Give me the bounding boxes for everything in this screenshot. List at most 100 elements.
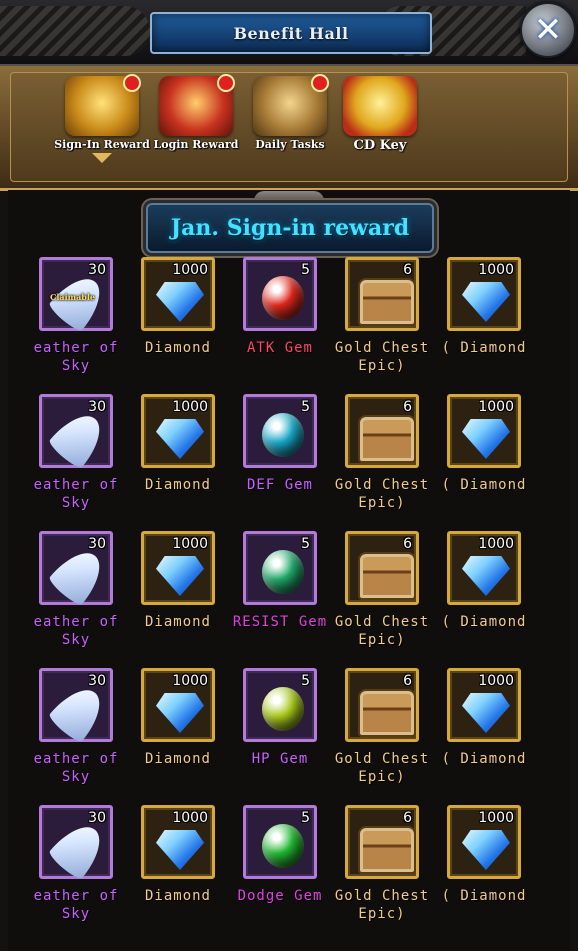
reward-cell[interactable]: 1000 Diamond <box>140 531 240 657</box>
reward-cell[interactable]: 1000 Diamond <box>140 805 240 931</box>
reward-cell[interactable]: 30 Claimable eather of Sky <box>34 257 138 383</box>
item-quantity: 1000 <box>172 810 208 826</box>
item-name: ( Diamond <box>441 477 527 493</box>
reward-cell[interactable]: 1000 ( Diamond <box>442 394 546 520</box>
diamond-icon <box>156 419 204 459</box>
item-quantity: 1000 <box>478 673 514 689</box>
tab-label: Sign-In Reward <box>54 138 150 151</box>
reward-slot[interactable]: 5 <box>243 805 317 879</box>
diamond-icon <box>156 556 204 596</box>
reward-cell[interactable]: 30 eather of Sky <box>34 531 138 657</box>
reward-slot[interactable]: 6 <box>345 394 419 468</box>
reward-slot[interactable]: 1000 <box>447 531 521 605</box>
item-quantity: 6 <box>403 399 412 415</box>
feather-icon <box>46 405 112 471</box>
reward-slot[interactable]: 6 <box>345 257 419 331</box>
left-ornament <box>0 6 150 56</box>
reward-cell[interactable]: 6 Gold Chest Epic) <box>335 668 444 794</box>
tab-label: CD Key <box>353 138 407 153</box>
reward-slot[interactable]: 5 <box>243 668 317 742</box>
reward-cell[interactable]: 1000 Diamond <box>140 394 240 520</box>
month-banner: Jan. Sign-in reward <box>146 203 434 253</box>
item-quantity: 5 <box>301 399 310 415</box>
claimable-label: Claimable <box>50 292 95 302</box>
diamond-icon <box>156 830 204 870</box>
gift-box-icon <box>343 76 417 136</box>
chest-icon <box>358 278 416 326</box>
tab-bar: Sign-In Reward Login Reward Daily Tasks … <box>0 66 578 191</box>
chest-icon <box>358 415 416 463</box>
reward-slot[interactable]: 30 <box>39 805 113 882</box>
reward-cell[interactable]: 6 Gold Chest Epic) <box>335 805 444 931</box>
item-quantity: 6 <box>403 262 412 278</box>
reward-slot[interactable]: 6 <box>345 531 419 605</box>
feather-icon <box>46 816 112 882</box>
page-title: Benefit Hall <box>233 23 349 43</box>
reward-cell[interactable]: 6 Gold Chest Epic) <box>335 531 444 657</box>
reward-slot[interactable]: 1000 <box>447 805 521 879</box>
close-button[interactable]: ✕ <box>520 2 576 58</box>
reward-slot[interactable]: 30 Claimable <box>39 257 113 334</box>
tab-login-reward[interactable]: Login Reward <box>150 74 242 176</box>
reward-slot[interactable]: 1000 <box>447 394 521 468</box>
reward-slot[interactable]: 30 <box>39 531 113 608</box>
item-quantity: 5 <box>301 536 310 552</box>
reward-cell[interactable]: 1000 ( Diamond <box>442 257 546 383</box>
reward-slot[interactable]: 5 <box>243 394 317 468</box>
reward-slot[interactable]: 1000 <box>141 257 215 331</box>
item-name: ( Diamond <box>441 888 527 904</box>
tab-label: Daily Tasks <box>255 138 325 151</box>
item-quantity: 6 <box>403 810 412 826</box>
reward-cell[interactable]: 1000 Diamond <box>140 257 240 383</box>
item-quantity: 1000 <box>172 673 208 689</box>
feather-icon <box>46 542 112 608</box>
item-quantity: 1000 <box>172 399 208 415</box>
reward-cell[interactable]: 1000 Diamond <box>140 668 240 794</box>
reward-slot[interactable]: 1000 <box>141 531 215 605</box>
reward-slot[interactable]: 1000 <box>141 668 215 742</box>
reward-cell[interactable]: 1000 ( Diamond <box>442 531 546 657</box>
item-quantity: 30 <box>88 673 106 689</box>
reward-cell[interactable]: 30 eather of Sky <box>34 805 138 931</box>
item-name: ( Diamond <box>441 751 527 767</box>
reward-cell[interactable]: 1000 ( Diamond <box>442 668 546 794</box>
item-name: ( Diamond <box>441 340 527 356</box>
diamond-icon <box>462 282 510 322</box>
reward-cell[interactable]: 30 eather of Sky <box>34 668 138 794</box>
item-quantity: 6 <box>403 536 412 552</box>
reward-slot[interactable]: 5 <box>243 257 317 331</box>
item-quantity: 1000 <box>478 262 514 278</box>
tab-cd-key[interactable]: CD Key <box>334 76 426 176</box>
tab-daily-tasks[interactable]: Daily Tasks <box>244 74 336 176</box>
chest-icon <box>358 552 416 600</box>
reward-cell[interactable]: 6 Gold Chest Epic) <box>335 257 444 383</box>
reward-cell[interactable]: 30 eather of Sky <box>34 394 138 520</box>
item-quantity: 1000 <box>172 262 208 278</box>
reward-slot[interactable]: 1000 <box>141 805 215 879</box>
gem-icon <box>262 824 304 868</box>
reward-slot[interactable]: 6 <box>345 668 419 742</box>
close-icon: ✕ <box>533 10 563 50</box>
tab-sign-in-reward[interactable]: Sign-In Reward <box>54 74 150 176</box>
reward-slot[interactable]: 6 <box>345 805 419 879</box>
diamond-icon <box>156 693 204 733</box>
reward-slot[interactable]: 1000 <box>447 257 521 331</box>
banner-title: Jan. Sign-in reward <box>170 215 410 241</box>
reward-slot[interactable]: 1000 <box>447 668 521 742</box>
reward-cell[interactable]: 6 Gold Chest Epic) <box>335 394 444 520</box>
diamond-icon <box>462 419 510 459</box>
reward-slot[interactable]: 30 <box>39 668 113 745</box>
item-quantity: 30 <box>88 810 106 826</box>
gem-icon <box>262 550 304 594</box>
item-quantity: 30 <box>88 399 106 415</box>
reward-cell[interactable]: 1000 ( Diamond <box>442 805 546 931</box>
reward-slot[interactable]: 5 <box>243 531 317 605</box>
diamond-icon <box>156 282 204 322</box>
item-quantity: 30 <box>88 262 106 278</box>
item-quantity: 30 <box>88 536 106 552</box>
reward-slot[interactable]: 1000 <box>141 394 215 468</box>
reward-slot[interactable]: 30 <box>39 394 113 471</box>
item-quantity: 6 <box>403 673 412 689</box>
notification-dot <box>123 74 141 92</box>
gem-icon <box>262 687 304 731</box>
